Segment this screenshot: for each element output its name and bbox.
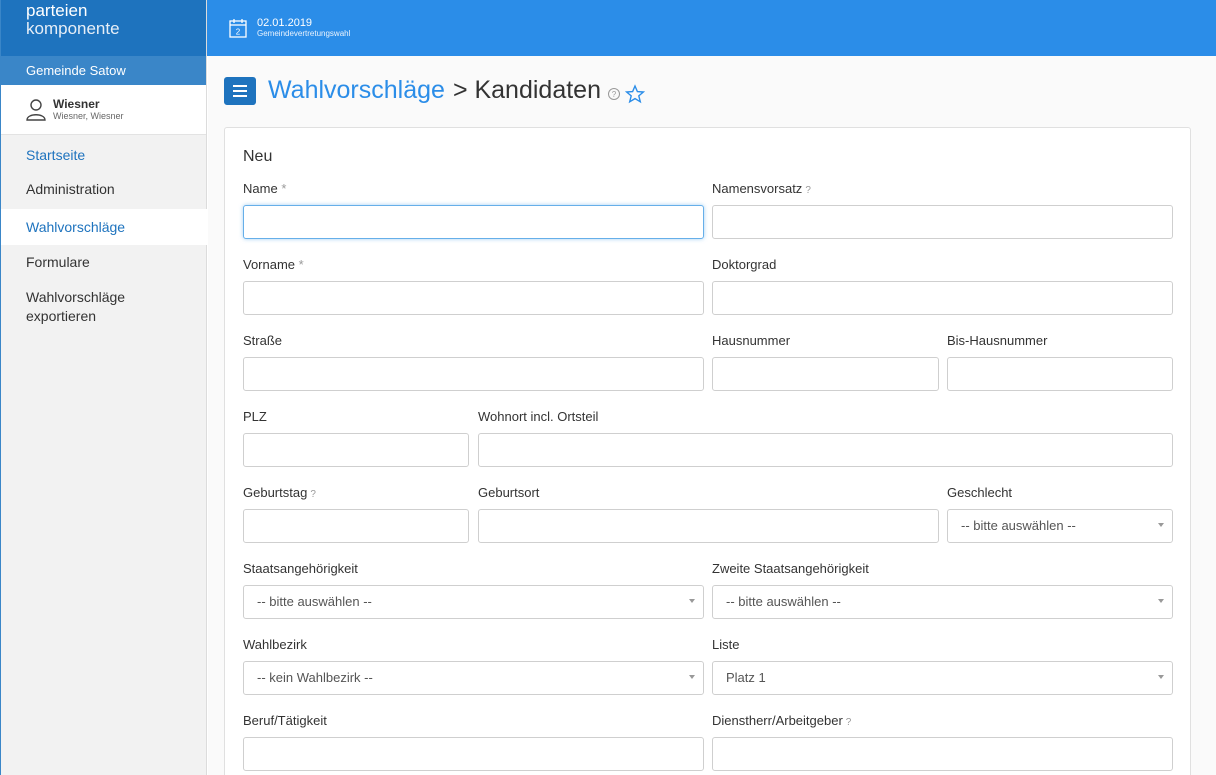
sidebar: parteien komponente Gemeinde Satow Wiesn… xyxy=(0,0,207,775)
liste-select[interactable]: Platz 1 xyxy=(712,661,1173,695)
label-bis-hausnummer: Bis-Hausnummer xyxy=(947,333,1048,348)
sidebar-item-export[interactable]: Wahlvorschläge exportieren xyxy=(1,288,151,326)
label-wahlbezirk: Wahlbezirk xyxy=(243,637,307,652)
bis-hausnummer-input[interactable] xyxy=(947,357,1173,391)
brand-logo[interactable]: parteien komponente xyxy=(1,0,206,56)
staatsangehoerigkeit-select[interactable]: -- bitte auswählen -- xyxy=(243,585,704,619)
dienstherr-input[interactable] xyxy=(712,737,1173,771)
label-wohnort: Wohnort incl. Ortsteil xyxy=(478,409,599,424)
chevron-down-icon xyxy=(1158,599,1164,603)
beruf-input[interactable] xyxy=(243,737,704,771)
strasse-input[interactable] xyxy=(243,357,704,391)
chevron-down-icon xyxy=(1158,523,1164,527)
label-plz: PLZ xyxy=(243,409,267,424)
chevron-down-icon xyxy=(689,675,695,679)
label-geburtsort: Geburtsort xyxy=(478,485,540,500)
calendar-day: 2 xyxy=(236,28,241,37)
hamburger-icon xyxy=(233,84,247,97)
community-name: Gemeinde Satow xyxy=(1,56,206,85)
menu-toggle-button[interactable] xyxy=(224,76,256,105)
brand-line1: parteien xyxy=(26,1,88,20)
geburtstag-input[interactable] xyxy=(243,509,469,543)
sidebar-nav: Startseite Administration Wahlvorschläge… xyxy=(1,146,207,326)
favorite-star-icon[interactable] xyxy=(624,83,645,104)
help-icon: ? xyxy=(310,489,316,500)
wahlbezirk-select[interactable]: -- kein Wahlbezirk -- xyxy=(243,661,704,695)
sidebar-item-formulare[interactable]: Formulare xyxy=(1,253,207,272)
calendar-icon: 2 xyxy=(229,19,247,38)
user-name: Wiesner xyxy=(53,96,100,111)
geburtsort-input[interactable] xyxy=(478,509,939,543)
breadcrumb-link-wahlvorschlaege[interactable]: Wahlvorschläge xyxy=(268,76,445,105)
label-hausnummer: Hausnummer xyxy=(712,333,791,348)
page-title: > Kandidaten xyxy=(452,76,601,104)
label-zweite-staatsangehoerigkeit: Zweite Staatsangehörigkeit xyxy=(712,561,869,576)
label-liste: Liste xyxy=(712,637,740,652)
chevron-down-icon xyxy=(689,599,695,603)
user-icon xyxy=(26,98,46,121)
label-namensvorsatz: Namensvorsatz? xyxy=(712,181,811,196)
label-geburtstag: Geburtstag? xyxy=(243,485,316,500)
plz-input[interactable] xyxy=(243,433,469,467)
main-content: Wahlvorschläge > Kandidaten ? Neu Name *… xyxy=(208,56,1216,775)
label-name: Name * xyxy=(243,181,287,196)
form-heading: Neu xyxy=(243,148,273,165)
help-icon[interactable]: ? xyxy=(607,87,621,101)
user-panel[interactable]: Wiesner Wiesner, Wiesner xyxy=(1,85,206,135)
page-title-row: Wahlvorschläge > Kandidaten ? xyxy=(224,76,645,105)
zweite-staatsangehoerigkeit-select[interactable]: -- bitte auswählen -- xyxy=(712,585,1173,619)
help-icon: ? xyxy=(845,717,852,728)
label-doktorgrad: Doktorgrad xyxy=(712,257,777,272)
geschlecht-select[interactable]: -- bitte auswählen -- xyxy=(947,509,1173,543)
label-staatsangehoerigkeit: Staatsangehörigkeit xyxy=(243,561,358,576)
svg-text:?: ? xyxy=(612,90,617,99)
vorname-input[interactable] xyxy=(243,281,704,315)
sidebar-item-wahlvorschlaege[interactable]: Wahlvorschläge xyxy=(1,209,207,245)
wohnort-input[interactable] xyxy=(478,433,1173,467)
label-strasse: Straße xyxy=(243,333,283,348)
doktorgrad-input[interactable] xyxy=(712,281,1173,315)
sidebar-item-administration[interactable]: Administration xyxy=(1,180,207,199)
candidate-form-card: Neu Name * Namensvorsatz? Vorname * Dokt… xyxy=(224,127,1191,775)
help-icon: ? xyxy=(805,185,811,196)
user-full-name: Wiesner, Wiesner xyxy=(53,110,124,121)
label-beruf: Beruf/Tätigkeit xyxy=(243,713,327,728)
election-name: Gemeindevertretungswahl xyxy=(257,29,351,38)
top-bar: 2 02.01.2019 Gemeindevertretungswahl xyxy=(207,0,1216,56)
namensvorsatz-input[interactable] xyxy=(712,205,1173,239)
election-date: 02.01.2019 xyxy=(257,17,313,29)
label-geschlecht: Geschlecht xyxy=(947,485,1013,500)
label-vorname: Vorname * xyxy=(243,257,304,272)
name-input[interactable] xyxy=(243,205,704,239)
hausnummer-input[interactable] xyxy=(712,357,939,391)
brand-line2: komponente xyxy=(26,19,120,38)
sidebar-item-startseite[interactable]: Startseite xyxy=(1,146,207,164)
label-dienstherr: Dienstherr/Arbeitgeber? xyxy=(712,713,852,728)
chevron-down-icon xyxy=(1158,675,1164,679)
